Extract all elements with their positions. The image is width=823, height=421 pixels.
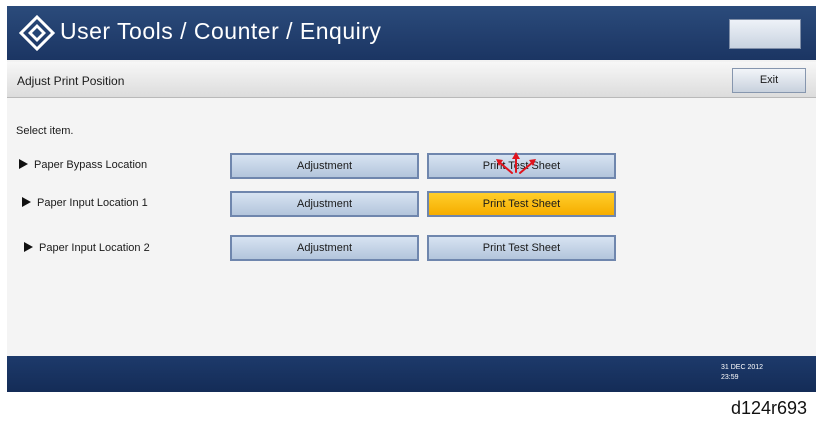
time-text: 23:59 xyxy=(721,374,739,381)
sub-header-bar: Adjust Print Position Exit xyxy=(7,62,816,98)
screen-subtitle: Adjust Print Position xyxy=(17,74,125,88)
diamond-logo-icon xyxy=(19,15,55,51)
date-text: 31 DEC 2012 xyxy=(721,364,764,371)
row-label-text: Paper Input Location 1 xyxy=(37,197,148,209)
main-content: Select item. Paper Bypass Location Adjus… xyxy=(7,98,816,356)
print-test-sheet-button-paper-input-1[interactable]: Print Test Sheet xyxy=(427,191,616,217)
tap-indicator-icon xyxy=(496,152,536,174)
adjustment-button-paper-input-2[interactable]: Adjustment xyxy=(230,235,419,261)
exit-button[interactable]: Exit xyxy=(732,68,806,93)
triangle-right-icon xyxy=(19,159,28,169)
row-label-text: Paper Input Location 2 xyxy=(39,242,150,254)
row-label-paper-input-2: Paper Input Location 2 xyxy=(24,242,150,254)
header-action-button[interactable] xyxy=(729,19,801,49)
header-bar: User Tools / Counter / Enquiry xyxy=(7,6,816,60)
row-label-paper-input-1: Paper Input Location 1 xyxy=(22,197,148,209)
print-test-sheet-button-paper-input-2[interactable]: Print Test Sheet xyxy=(427,235,616,261)
triangle-right-icon xyxy=(24,242,33,252)
operation-panel-screen: User Tools / Counter / Enquiry Adjust Pr… xyxy=(7,6,816,392)
row-label-text: Paper Bypass Location xyxy=(34,159,148,171)
page-title: User Tools / Counter / Enquiry xyxy=(60,18,382,44)
adjustment-button-paper-bypass[interactable]: Adjustment xyxy=(230,153,419,179)
footer-status-bar: 31 DEC 2012 23:59 xyxy=(7,356,816,392)
triangle-right-icon xyxy=(22,197,31,207)
row-label-paper-bypass: Paper Bypass Location xyxy=(19,159,147,171)
select-item-label: Select item. xyxy=(16,125,74,137)
date-time-display: 31 DEC 2012 23:59 xyxy=(721,363,763,383)
adjustment-button-paper-input-1[interactable]: Adjustment xyxy=(230,191,419,217)
figure-id-label: d124r693 xyxy=(731,398,808,418)
